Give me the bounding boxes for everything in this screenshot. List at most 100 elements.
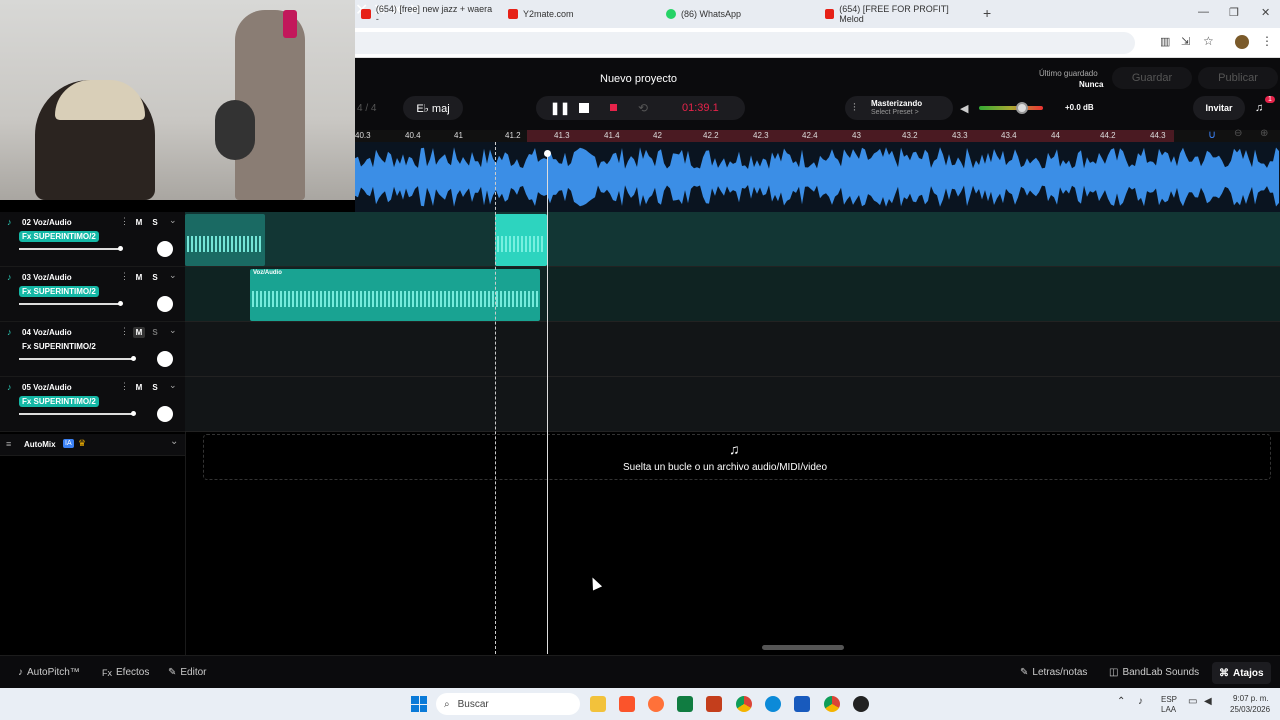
tray-chevron-icon[interactable]: ⌃ [1117, 696, 1125, 707]
chevron-down-icon[interactable]: ⌄ [169, 270, 177, 281]
solo-button[interactable]: S [149, 272, 161, 283]
clock-date[interactable]: 25/03/2026 [1230, 705, 1270, 714]
horizontal-scrollbar[interactable] [762, 645, 844, 650]
track-header[interactable]: ♪ 02 Voz/Audio ⋮ M S ⌄ Fx SUPERINTIMO/2 [0, 212, 185, 267]
powerpoint-icon[interactable] [706, 696, 722, 712]
browser-menu-icon[interactable]: ⋮ [1261, 34, 1273, 48]
playhead[interactable] [547, 152, 548, 654]
network-icon[interactable]: ▭ [1188, 696, 1197, 707]
drop-zone[interactable]: ♫ Suelta un bucle o un archivo audio/MID… [203, 434, 1271, 480]
pan-knob[interactable] [157, 351, 173, 367]
windows-start-icon[interactable] [411, 696, 427, 712]
volume-icon[interactable]: ◀ [1204, 696, 1212, 707]
recording-clip[interactable] [495, 214, 547, 266]
record-button[interactable] [610, 104, 617, 111]
save-button[interactable]: Guardar [1112, 67, 1192, 89]
audio-clip[interactable]: Voz/Audio [250, 269, 540, 321]
loop-icon[interactable]: ⟲ [638, 101, 648, 115]
taskbar-search[interactable]: ⌕ Buscar [436, 693, 580, 715]
excel-icon[interactable] [677, 696, 693, 712]
fader-handle[interactable] [117, 301, 123, 306]
fader-handle[interactable] [130, 356, 136, 361]
lyrics-button[interactable]: ✎ Letras/notas [1020, 667, 1087, 678]
new-tab-button[interactable]: + [983, 5, 991, 21]
fx-badge[interactable]: Fx SUPERINTIMO/2 [19, 396, 99, 407]
publish-button[interactable]: Publicar [1198, 67, 1278, 89]
word-icon[interactable] [794, 696, 810, 712]
solo-button[interactable]: S [149, 327, 161, 338]
notifications-bell-icon[interactable]: ♫ [1255, 102, 1263, 114]
track-header[interactable]: ♪ 03 Voz/Audio ⋮ M S ⌄ Fx SUPERINTIMO/2 [0, 267, 185, 322]
edge-icon[interactable] [765, 696, 781, 712]
track-name[interactable]: 04 Voz/Audio [22, 328, 72, 337]
volume-knob[interactable] [1015, 102, 1028, 114]
file-explorer-icon[interactable] [590, 696, 606, 712]
app-icon[interactable] [853, 696, 869, 712]
fx-badge[interactable]: Fx SUPERINTIMO/2 [19, 286, 99, 297]
chrome-icon[interactable] [736, 696, 752, 712]
mute-button[interactable]: M [133, 327, 145, 338]
loop-start-marker[interactable] [495, 142, 496, 654]
chrome-profile-icon[interactable] [824, 696, 840, 712]
language-line2[interactable]: LAA [1161, 705, 1176, 714]
mute-button[interactable]: M [133, 272, 145, 283]
volume-fader[interactable] [19, 248, 120, 250]
minimize-button[interactable]: — [1198, 6, 1209, 18]
maximize-button[interactable]: ❐ [1229, 6, 1239, 19]
solo-button[interactable]: S [149, 217, 161, 228]
chevron-down-icon[interactable]: ⌄ [169, 380, 177, 391]
automix-row[interactable]: ≡ AutoMix IA ♛ ⌄ [0, 434, 185, 456]
fader-handle[interactable] [130, 411, 136, 416]
track-menu-icon[interactable]: ⋮ [120, 326, 129, 337]
project-title[interactable]: Nuevo proyecto [600, 73, 677, 85]
track-lane[interactable] [185, 377, 1280, 432]
profile-avatar[interactable] [1235, 35, 1249, 49]
reading-list-icon[interactable]: ▥ [1160, 35, 1170, 48]
volume-fader[interactable] [19, 303, 120, 305]
chevron-down-icon[interactable]: ⌄ [169, 325, 177, 336]
track-header[interactable]: ♪ 05 Voz/Audio ⋮ M S ⌄ Fx SUPERINTIMO/2 [0, 377, 185, 432]
fx-badge[interactable]: Fx SUPERINTIMO/2 [19, 341, 99, 352]
browser-tab[interactable]: (654) [free] new jazz + waera - [361, 4, 496, 24]
browser-tab[interactable]: Y2mate.com [508, 6, 648, 22]
volume-fader[interactable] [19, 413, 133, 415]
brave-icon[interactable] [619, 696, 635, 712]
fx-badge[interactable]: Fx SUPERINTIMO/2 [19, 231, 99, 242]
loop-region[interactable] [527, 130, 1174, 142]
editor-button[interactable]: ✎ Editor [168, 667, 207, 678]
track-name[interactable]: 03 Voz/Audio [22, 273, 72, 282]
bandlab-sounds-button[interactable]: ◫ BandLab Sounds [1109, 667, 1199, 678]
stop-button[interactable] [579, 103, 589, 113]
clock-time[interactable]: 9:07 p. m. [1233, 694, 1269, 703]
autopitch-button[interactable]: ♪ AutoPitch™ [18, 667, 80, 678]
language-line1[interactable]: ESP [1161, 695, 1177, 704]
master-volume-slider[interactable] [979, 102, 1043, 114]
time-signature[interactable]: 4 / 4 [357, 103, 376, 114]
browser-tab[interactable]: (86) WhatsApp [666, 6, 806, 22]
chevron-down-icon[interactable]: ⌄ [169, 215, 177, 226]
timeline-ruler[interactable]: 40.3 40.4 41 41.2 41.3 41.4 42 42.2 42.3 42.4 43 43… [355, 128, 1280, 142]
fader-handle[interactable] [117, 246, 123, 251]
firefox-icon[interactable] [648, 696, 664, 712]
track-lane[interactable] [185, 212, 1280, 267]
solo-button[interactable]: S [149, 382, 161, 393]
close-window-button[interactable]: ✕ [1261, 6, 1270, 19]
track-menu-icon[interactable]: ⋮ [120, 381, 129, 392]
key-button[interactable]: E♭ maj [403, 96, 463, 120]
volume-fader[interactable] [19, 358, 133, 360]
track-lane[interactable] [185, 322, 1280, 377]
effects-button[interactable]: Fx Efectos [102, 667, 149, 678]
shortcuts-button[interactable]: ⌘ Atajos [1212, 662, 1271, 684]
pan-knob[interactable] [157, 296, 173, 312]
playhead-handle[interactable] [544, 150, 551, 157]
track-menu-icon[interactable]: ⋮ [120, 216, 129, 227]
pan-knob[interactable] [157, 241, 173, 257]
speaker-icon[interactable]: ◀ [960, 102, 968, 115]
mute-button[interactable]: M [133, 382, 145, 393]
install-icon[interactable]: ⇲ [1181, 35, 1190, 48]
url-field[interactable] [355, 32, 1135, 54]
pan-knob[interactable] [157, 406, 173, 422]
track-name[interactable]: 05 Voz/Audio [22, 383, 72, 392]
invite-button[interactable]: Invitar [1193, 96, 1245, 120]
magnet-icon[interactable]: ∪ [1208, 128, 1216, 141]
